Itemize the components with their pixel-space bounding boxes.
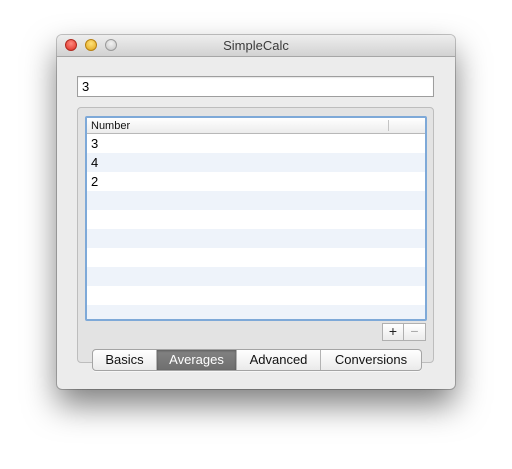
add-button[interactable]: +: [382, 323, 404, 341]
table-row[interactable]: 3: [87, 134, 425, 153]
display-field[interactable]: 3: [77, 76, 434, 97]
tab-averages[interactable]: Averages: [156, 350, 236, 370]
tab-advanced[interactable]: Advanced: [236, 350, 320, 370]
table-row[interactable]: [87, 248, 425, 267]
window-title: SimpleCalc: [223, 38, 289, 53]
table-row[interactable]: [87, 191, 425, 210]
table-row[interactable]: [87, 229, 425, 248]
table-row[interactable]: 4: [87, 153, 425, 172]
column-separator: [388, 120, 389, 131]
title-bar[interactable]: SimpleCalc: [57, 35, 455, 57]
table-row[interactable]: 2: [87, 172, 425, 191]
tab-conversions[interactable]: Conversions: [320, 350, 421, 370]
table-row[interactable]: [87, 210, 425, 229]
table-rows: 3 4 2: [87, 134, 425, 319]
table-row[interactable]: [87, 267, 425, 286]
tab-basics[interactable]: Basics: [93, 350, 156, 370]
column-header-number[interactable]: Number: [91, 120, 130, 132]
table-row[interactable]: [87, 286, 425, 305]
remove-button[interactable]: −: [404, 323, 426, 341]
numbers-table[interactable]: Number 3 4 2: [85, 116, 427, 321]
app-window: SimpleCalc 3 Number 3 4 2 + − Basics Ave…: [57, 35, 455, 389]
table-header[interactable]: Number: [87, 118, 425, 134]
tab-segmented-control: Basics Averages Advanced Conversions: [92, 349, 422, 371]
table-row[interactable]: [87, 305, 425, 319]
